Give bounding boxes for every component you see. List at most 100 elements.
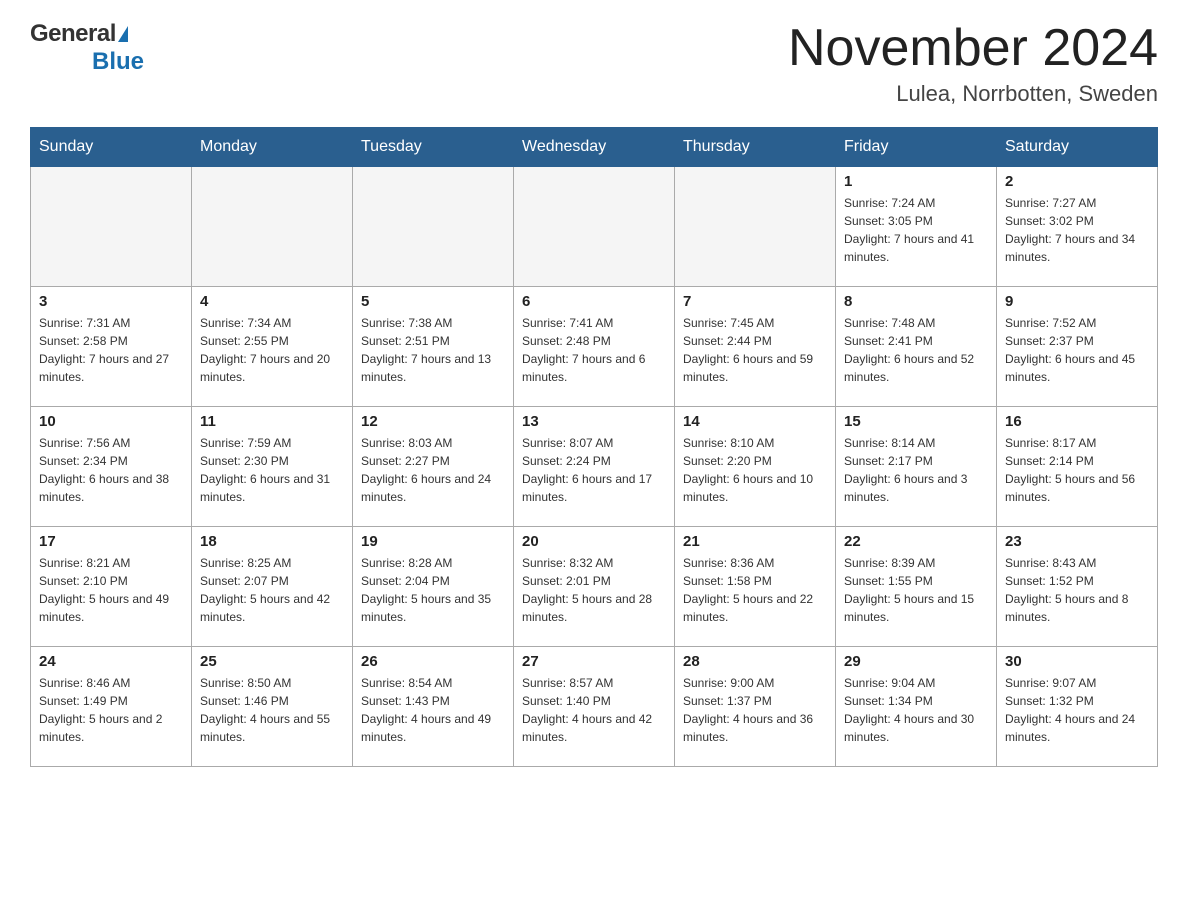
day-info: Sunrise: 8:54 AMSunset: 1:43 PMDaylight:…	[361, 674, 505, 746]
calendar-cell: 20 Sunrise: 8:32 AMSunset: 2:01 PMDayligh…	[514, 527, 675, 647]
calendar-week-row: 10 Sunrise: 7:56 AMSunset: 2:34 PMDayligh…	[31, 407, 1158, 527]
calendar-cell	[192, 167, 353, 287]
day-info: Sunrise: 8:50 AMSunset: 1:46 PMDaylight:…	[200, 674, 344, 746]
day-info: Sunrise: 7:38 AMSunset: 2:51 PMDaylight:…	[361, 314, 505, 386]
day-info: Sunrise: 7:52 AMSunset: 2:37 PMDaylight:…	[1005, 314, 1149, 386]
calendar-week-row: 3Sunrise: 7:31 AMSunset: 2:58 PMDaylight…	[31, 287, 1158, 407]
day-info: Sunrise: 8:17 AMSunset: 2:14 PMDaylight:…	[1005, 434, 1149, 506]
calendar-cell	[353, 167, 514, 287]
day-number: 15	[844, 413, 988, 430]
logo-blue-text: Blue	[92, 48, 144, 76]
day-info: Sunrise: 8:39 AMSunset: 1:55 PMDaylight:…	[844, 554, 988, 626]
day-number: 4	[200, 293, 344, 310]
day-info: Sunrise: 9:00 AMSunset: 1:37 PMDaylight:…	[683, 674, 827, 746]
page-header: General Blue November 2024 Lulea, Norrbo…	[30, 20, 1158, 107]
calendar-cell: 14 Sunrise: 8:10 AMSunset: 2:20 PMDayligh…	[675, 407, 836, 527]
calendar-cell: 11Sunrise: 7:59 AMSunset: 2:30 PMDayligh…	[192, 407, 353, 527]
day-info: Sunrise: 7:48 AMSunset: 2:41 PMDaylight:…	[844, 314, 988, 386]
day-number: 2	[1005, 173, 1149, 190]
day-info: Sunrise: 7:56 AMSunset: 2:34 PMDaylight:…	[39, 434, 183, 506]
day-number: 9	[1005, 293, 1149, 310]
day-number: 28	[683, 653, 827, 670]
logo-general-text: General	[30, 20, 116, 48]
calendar-week-row: 1 Sunrise: 7:24 AMSunset: 3:05 PMDaylight…	[31, 167, 1158, 287]
calendar-cell: 13Sunrise: 8:07 AMSunset: 2:24 PMDayligh…	[514, 407, 675, 527]
calendar-cell: 28 Sunrise: 9:00 AMSunset: 1:37 PMDayligh…	[675, 647, 836, 767]
day-info: Sunrise: 8:14 AMSunset: 2:17 PMDaylight:…	[844, 434, 988, 506]
calendar-cell: 7 Sunrise: 7:45 AMSunset: 2:44 PMDaylight…	[675, 287, 836, 407]
day-number: 18	[200, 533, 344, 550]
header-monday: Monday	[192, 128, 353, 167]
day-info: Sunrise: 7:45 AMSunset: 2:44 PMDaylight:…	[683, 314, 827, 386]
day-number: 10	[39, 413, 183, 430]
day-info: Sunrise: 7:24 AMSunset: 3:05 PMDaylight:…	[844, 194, 988, 266]
logo-triangle-icon	[118, 26, 128, 42]
calendar-cell: 1 Sunrise: 7:24 AMSunset: 3:05 PMDaylight…	[836, 167, 997, 287]
day-number: 29	[844, 653, 988, 670]
calendar-cell: 29 Sunrise: 9:04 AMSunset: 1:34 PMDayligh…	[836, 647, 997, 767]
day-number: 26	[361, 653, 505, 670]
header-wednesday: Wednesday	[514, 128, 675, 167]
day-number: 14	[683, 413, 827, 430]
header-tuesday: Tuesday	[353, 128, 514, 167]
day-number: 1	[844, 173, 988, 190]
calendar-cell: 8 Sunrise: 7:48 AMSunset: 2:41 PMDaylight…	[836, 287, 997, 407]
calendar-cell: 2 Sunrise: 7:27 AMSunset: 3:02 PMDaylight…	[997, 167, 1158, 287]
day-info: Sunrise: 8:10 AMSunset: 2:20 PMDaylight:…	[683, 434, 827, 506]
day-number: 19	[361, 533, 505, 550]
calendar-cell: 27 Sunrise: 8:57 AMSunset: 1:40 PMDayligh…	[514, 647, 675, 767]
day-number: 27	[522, 653, 666, 670]
header-sunday: Sunday	[31, 128, 192, 167]
month-title: November 2024	[788, 20, 1158, 77]
calendar-cell: 18 Sunrise: 8:25 AMSunset: 2:07 PMDayligh…	[192, 527, 353, 647]
calendar-cell: 17Sunrise: 8:21 AMSunset: 2:10 PMDayligh…	[31, 527, 192, 647]
day-info: Sunrise: 8:21 AMSunset: 2:10 PMDaylight:…	[39, 554, 183, 626]
calendar-cell: 16 Sunrise: 8:17 AMSunset: 2:14 PMDayligh…	[997, 407, 1158, 527]
day-number: 25	[200, 653, 344, 670]
calendar-cell: 23 Sunrise: 8:43 AMSunset: 1:52 PMDayligh…	[997, 527, 1158, 647]
day-info: Sunrise: 8:57 AMSunset: 1:40 PMDaylight:…	[522, 674, 666, 746]
calendar-cell	[675, 167, 836, 287]
day-info: Sunrise: 8:03 AMSunset: 2:27 PMDaylight:…	[361, 434, 505, 506]
calendar-cell: 30 Sunrise: 9:07 AMSunset: 1:32 PMDayligh…	[997, 647, 1158, 767]
calendar-cell: 4Sunrise: 7:34 AMSunset: 2:55 PMDaylight…	[192, 287, 353, 407]
calendar-week-row: 24Sunrise: 8:46 AMSunset: 1:49 PMDayligh…	[31, 647, 1158, 767]
day-number: 16	[1005, 413, 1149, 430]
calendar-cell: 26 Sunrise: 8:54 AMSunset: 1:43 PMDayligh…	[353, 647, 514, 767]
day-number: 8	[844, 293, 988, 310]
title-block: November 2024 Lulea, Norrbotten, Sweden	[788, 20, 1158, 107]
day-number: 23	[1005, 533, 1149, 550]
logo: General Blue	[30, 20, 144, 76]
day-number: 30	[1005, 653, 1149, 670]
day-number: 20	[522, 533, 666, 550]
calendar-cell: 19 Sunrise: 8:28 AMSunset: 2:04 PMDayligh…	[353, 527, 514, 647]
day-info: Sunrise: 8:25 AMSunset: 2:07 PMDaylight:…	[200, 554, 344, 626]
calendar-cell: 5Sunrise: 7:38 AMSunset: 2:51 PMDaylight…	[353, 287, 514, 407]
calendar-cell: 9 Sunrise: 7:52 AMSunset: 2:37 PMDaylight…	[997, 287, 1158, 407]
calendar-cell	[514, 167, 675, 287]
header-friday: Friday	[836, 128, 997, 167]
day-info: Sunrise: 8:43 AMSunset: 1:52 PMDaylight:…	[1005, 554, 1149, 626]
day-info: Sunrise: 8:28 AMSunset: 2:04 PMDaylight:…	[361, 554, 505, 626]
day-info: Sunrise: 8:32 AMSunset: 2:01 PMDaylight:…	[522, 554, 666, 626]
day-number: 21	[683, 533, 827, 550]
day-info: Sunrise: 7:59 AMSunset: 2:30 PMDaylight:…	[200, 434, 344, 506]
day-number: 7	[683, 293, 827, 310]
calendar-cell: 21 Sunrise: 8:36 AMSunset: 1:58 PMDayligh…	[675, 527, 836, 647]
calendar-cell: 6Sunrise: 7:41 AMSunset: 2:48 PMDaylight…	[514, 287, 675, 407]
day-number: 22	[844, 533, 988, 550]
day-info: Sunrise: 7:41 AMSunset: 2:48 PMDaylight:…	[522, 314, 666, 386]
calendar-week-row: 17Sunrise: 8:21 AMSunset: 2:10 PMDayligh…	[31, 527, 1158, 647]
day-info: Sunrise: 9:07 AMSunset: 1:32 PMDaylight:…	[1005, 674, 1149, 746]
header-saturday: Saturday	[997, 128, 1158, 167]
day-info: Sunrise: 9:04 AMSunset: 1:34 PMDaylight:…	[844, 674, 988, 746]
day-info: Sunrise: 8:36 AMSunset: 1:58 PMDaylight:…	[683, 554, 827, 626]
day-info: Sunrise: 7:27 AMSunset: 3:02 PMDaylight:…	[1005, 194, 1149, 266]
calendar-cell: 24Sunrise: 8:46 AMSunset: 1:49 PMDayligh…	[31, 647, 192, 767]
day-info: Sunrise: 8:07 AMSunset: 2:24 PMDaylight:…	[522, 434, 666, 506]
day-info: Sunrise: 8:46 AMSunset: 1:49 PMDaylight:…	[39, 674, 183, 746]
calendar-header-row: SundayMondayTuesdayWednesdayThursdayFrid…	[31, 128, 1158, 167]
day-number: 3	[39, 293, 183, 310]
calendar-cell: 3Sunrise: 7:31 AMSunset: 2:58 PMDaylight…	[31, 287, 192, 407]
header-thursday: Thursday	[675, 128, 836, 167]
